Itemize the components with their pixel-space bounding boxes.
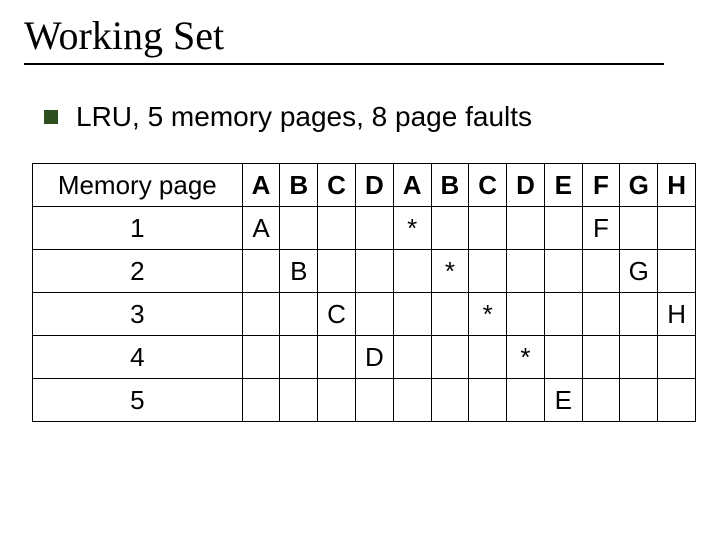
table-cell xyxy=(280,336,318,379)
table-cell xyxy=(318,336,356,379)
table-cell xyxy=(393,336,431,379)
table-cell xyxy=(431,379,469,422)
bullet-square-icon xyxy=(44,110,58,124)
table-cell: * xyxy=(469,293,507,336)
table-cell xyxy=(469,207,507,250)
table-cell xyxy=(469,379,507,422)
table-cell xyxy=(658,207,696,250)
table-cell xyxy=(242,379,280,422)
table-cell xyxy=(544,336,582,379)
table-cell xyxy=(355,293,393,336)
table-cell xyxy=(280,379,318,422)
table-cell xyxy=(507,379,545,422)
table-cell: G xyxy=(620,250,658,293)
table-row: 3 C * H xyxy=(33,293,696,336)
table-cell xyxy=(280,293,318,336)
table-cell xyxy=(355,379,393,422)
table-cell xyxy=(620,207,658,250)
table-cell xyxy=(658,336,696,379)
table-cell xyxy=(280,207,318,250)
row-label: 3 xyxy=(33,293,243,336)
bullet-text: LRU, 5 memory pages, 8 page faults xyxy=(76,101,532,133)
table-row: 5 E xyxy=(33,379,696,422)
table-cell xyxy=(393,379,431,422)
table-cell xyxy=(620,293,658,336)
table-cell xyxy=(355,250,393,293)
table-header-row: Memory page A B C D A B C D E F G H xyxy=(33,164,696,207)
table-row: 4 D * xyxy=(33,336,696,379)
table-cell xyxy=(431,336,469,379)
table-cell: * xyxy=(431,250,469,293)
table-cell: * xyxy=(507,336,545,379)
table-cell: * xyxy=(393,207,431,250)
table-cell xyxy=(658,250,696,293)
table-cell xyxy=(393,250,431,293)
table-cell xyxy=(582,336,620,379)
table-cell: E xyxy=(544,379,582,422)
row-label: 2 xyxy=(33,250,243,293)
table-cell xyxy=(544,293,582,336)
table-cell xyxy=(242,250,280,293)
col-header: C xyxy=(318,164,356,207)
table-cell xyxy=(318,207,356,250)
table-cell xyxy=(582,293,620,336)
table-header-label: Memory page xyxy=(33,164,243,207)
col-header: D xyxy=(507,164,545,207)
table-cell xyxy=(544,250,582,293)
table-cell: D xyxy=(355,336,393,379)
col-header: B xyxy=(280,164,318,207)
table-cell xyxy=(582,379,620,422)
col-header: G xyxy=(620,164,658,207)
table-cell: F xyxy=(582,207,620,250)
title-underline xyxy=(24,63,664,65)
table-cell xyxy=(242,293,280,336)
col-header: F xyxy=(582,164,620,207)
table-cell xyxy=(658,379,696,422)
table-cell xyxy=(507,207,545,250)
col-header: C xyxy=(469,164,507,207)
table-cell xyxy=(469,250,507,293)
row-label: 1 xyxy=(33,207,243,250)
table-cell xyxy=(431,293,469,336)
col-header: A xyxy=(242,164,280,207)
col-header: H xyxy=(658,164,696,207)
table-cell xyxy=(582,250,620,293)
row-label: 4 xyxy=(33,336,243,379)
table-cell: B xyxy=(280,250,318,293)
table-cell xyxy=(431,207,469,250)
table-cell xyxy=(507,250,545,293)
col-header: E xyxy=(544,164,582,207)
col-header: B xyxy=(431,164,469,207)
table-cell xyxy=(469,336,507,379)
table-cell xyxy=(318,250,356,293)
table-cell xyxy=(318,379,356,422)
table-cell xyxy=(355,207,393,250)
table-cell xyxy=(544,207,582,250)
table-cell xyxy=(620,379,658,422)
table-cell: A xyxy=(242,207,280,250)
bullet-item: LRU, 5 memory pages, 8 page faults xyxy=(44,101,696,133)
row-label: 5 xyxy=(33,379,243,422)
memory-table: Memory page A B C D A B C D E F G H 1 A … xyxy=(32,163,696,422)
slide-title: Working Set xyxy=(24,12,696,59)
table-cell: H xyxy=(658,293,696,336)
col-header: D xyxy=(355,164,393,207)
table-row: 1 A * F xyxy=(33,207,696,250)
table-cell: C xyxy=(318,293,356,336)
table-cell xyxy=(393,293,431,336)
table-row: 2 B * G xyxy=(33,250,696,293)
col-header: A xyxy=(393,164,431,207)
table-cell xyxy=(242,336,280,379)
table-cell xyxy=(507,293,545,336)
table-cell xyxy=(620,336,658,379)
